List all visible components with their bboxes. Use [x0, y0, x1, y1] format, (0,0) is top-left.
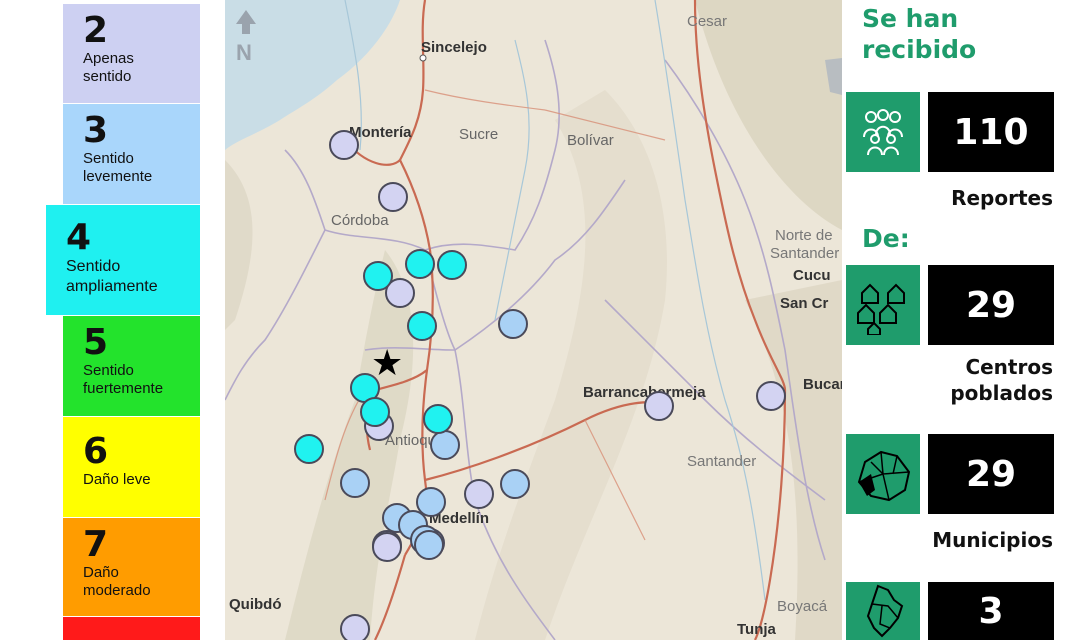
legend-level: 6 [83, 431, 109, 472]
stats-heading: Se han recibido [862, 4, 977, 64]
report-marker-intensity-3[interactable] [498, 309, 528, 339]
legend-level: 7 [83, 524, 109, 565]
report-marker-intensity-2[interactable] [378, 182, 408, 212]
legend-label: Daño moderado [83, 564, 151, 599]
place-label-sincelejo: Sincelejo [421, 39, 487, 56]
legend-label: Sentido ampliamente [66, 258, 158, 295]
place-label-boyaca: Boyacá [777, 598, 828, 615]
place-label-bucaramanga: Bucara [803, 376, 842, 393]
place-label-norte-de-santander-1: Norte de [775, 227, 833, 244]
reports-icon-box [846, 92, 920, 172]
report-marker-intensity-2[interactable] [340, 614, 370, 640]
report-marker-intensity-3[interactable] [500, 469, 530, 499]
report-marker-intensity-2[interactable] [644, 391, 674, 421]
report-marker-intensity-2[interactable] [372, 532, 402, 562]
centros-count: 29 [928, 265, 1054, 345]
legend-item-6: 6 Daño leve [63, 417, 200, 517]
legend-label: Apenas sentido [83, 50, 134, 85]
centros-icon-box [846, 265, 920, 345]
place-label-santander: Santander [687, 453, 756, 470]
report-marker-intensity-4[interactable] [405, 249, 435, 279]
report-marker-intensity-4[interactable] [407, 311, 437, 341]
reports-count: 110 [928, 92, 1054, 172]
north-label: N [236, 40, 252, 65]
report-marker-intensity-2[interactable] [756, 381, 786, 411]
place-label-monteria: Montería [349, 124, 412, 141]
legend-item-5: 5 Sentido fuertemente [63, 316, 200, 416]
map-canvas[interactable]: N Sincelejo Montería Sucre Bolívar Córdo… [225, 0, 842, 640]
report-marker-intensity-3[interactable] [414, 530, 444, 560]
report-marker-intensity-4[interactable] [294, 434, 324, 464]
legend-item-2: 2 Apenas sentido [63, 4, 200, 103]
intensity-map[interactable]: N Sincelejo Montería Sucre Bolívar Córdo… [225, 0, 842, 640]
report-marker-intensity-4[interactable] [437, 250, 467, 280]
report-marker-intensity-2[interactable] [329, 130, 359, 160]
legend-level: 3 [83, 110, 109, 151]
report-marker-intensity-3[interactable] [416, 487, 446, 517]
legend-item-8 [63, 617, 200, 640]
place-label-san-cristobal: San Cr [780, 295, 829, 312]
legend-level: 2 [83, 10, 109, 51]
place-label-quibdo: Quibdó [229, 596, 282, 613]
municipalities-map-icon [857, 450, 911, 502]
place-label-sucre: Sucre [459, 126, 498, 143]
legend-label: Sentido levemente [83, 150, 153, 185]
departamentos-icon-box [846, 582, 920, 640]
report-marker-intensity-3[interactable] [340, 468, 370, 498]
municipios-label: Municipios [932, 528, 1053, 552]
epicenter-star-icon: ★ [371, 343, 403, 384]
legend-level: 4 [66, 217, 92, 258]
legend-item-4: 4 Sentido ampliamente [46, 205, 200, 315]
people-icon [863, 109, 903, 156]
legend-label: Daño leve [83, 471, 151, 488]
legend-label: Sentido fuertemente [83, 362, 164, 397]
place-label-cordoba: Córdoba [331, 212, 389, 229]
reports-label: Reportes [951, 186, 1053, 210]
report-marker-intensity-2[interactable] [464, 479, 494, 509]
legend-level: 5 [83, 322, 109, 363]
municipios-icon-box [846, 434, 920, 514]
departamentos-count: 3 [928, 582, 1054, 640]
municipios-count: 29 [928, 434, 1054, 514]
place-label-tunja: Tunja [737, 621, 777, 638]
place-label-barrancabermeja: Barrancabermeja [583, 384, 706, 401]
place-label-cucuta: Cucu [793, 267, 831, 284]
country-map-icon [866, 584, 904, 638]
legend-item-7: 7 Daño moderado [63, 518, 200, 616]
report-marker-intensity-3[interactable] [430, 430, 460, 460]
houses-icon [857, 283, 905, 335]
legend-item-3: 3 Sentido levemente [63, 104, 200, 204]
place-label-norte-de-santander-2: Santander [770, 245, 839, 262]
stats-panel: Se han recibido 110 Reportes De: 29 Cent… [842, 0, 1080, 640]
intensity-legend: 2 Apenas sentido 3 Sentido levemente 4 S… [0, 0, 210, 640]
report-marker-intensity-4[interactable] [363, 261, 393, 291]
de-heading: De: [862, 224, 910, 253]
place-label-bolivar: Bolívar [567, 132, 614, 149]
place-label-cesar: Cesar [687, 13, 727, 30]
report-marker-intensity-4[interactable] [360, 397, 390, 427]
report-marker-intensity-4[interactable] [423, 404, 453, 434]
centros-label: Centros poblados [950, 355, 1053, 405]
